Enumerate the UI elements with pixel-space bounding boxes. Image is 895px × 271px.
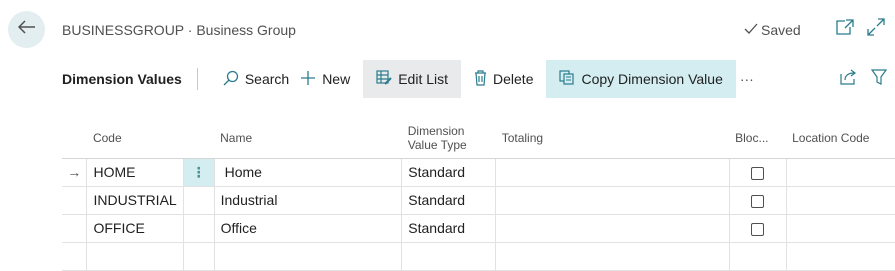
blocked-checkbox[interactable]: [751, 166, 765, 180]
saved-label: Saved: [761, 22, 801, 38]
row-menu-cell: [182, 242, 215, 271]
blocked-checkbox[interactable]: [751, 194, 765, 208]
more-options-button[interactable]: ···: [736, 60, 758, 98]
row-menu-header: [183, 118, 215, 159]
blocked-cell: [728, 214, 787, 243]
table-row[interactable]: → HOME ⋮ Home Standard: [62, 158, 895, 187]
expand-icon: [867, 17, 885, 41]
saved-status: Saved: [744, 22, 801, 38]
totaling-cell[interactable]: [495, 242, 730, 271]
name-cell[interactable]: Industrial: [213, 186, 402, 215]
divider: [196, 68, 198, 90]
dimension-value-type-cell[interactable]: Standard: [401, 158, 496, 187]
empty-row[interactable]: [62, 242, 895, 271]
action-bar: Dimension Values Search New Edit List De…: [62, 60, 895, 98]
new-label: New: [322, 71, 351, 87]
table-row[interactable]: INDUSTRIAL Industrial Standard: [62, 186, 895, 215]
dimension-values-grid: Code Name Dimension Value Type Totaling …: [62, 118, 895, 271]
open-new-window-icon: [836, 18, 854, 40]
copy-dimension-value-label: Copy Dimension Value: [581, 71, 723, 87]
back-arrow-icon: [17, 20, 36, 39]
totaling-cell[interactable]: [495, 186, 730, 215]
column-header-dimension-value-type-line1: Dimension: [407, 123, 465, 138]
plus-icon: [300, 70, 316, 89]
name-cell[interactable]: Home: [213, 158, 402, 187]
new-button[interactable]: New: [298, 60, 359, 98]
edit-list-icon: [376, 70, 392, 88]
filter-icon[interactable]: [870, 68, 888, 90]
open-new-window-button[interactable]: [835, 18, 855, 40]
row-marker-cell: [62, 242, 87, 271]
code-cell[interactable]: [86, 242, 184, 271]
copy-dimension-value-button[interactable]: Copy Dimension Value: [546, 60, 736, 98]
action-bar-right: [840, 60, 888, 98]
dimension-value-type-cell[interactable]: Standard: [401, 186, 496, 215]
back-button[interactable]: [8, 11, 45, 48]
totaling-cell[interactable]: [495, 214, 730, 243]
code-cell[interactable]: HOME: [86, 158, 184, 187]
grid-header-row: Code Name Dimension Value Type Totaling …: [62, 118, 895, 159]
row-menu-cell: [182, 214, 215, 243]
location-code-cell[interactable]: [785, 158, 895, 187]
edit-list-button[interactable]: Edit List: [363, 60, 462, 98]
table-row[interactable]: OFFICE Office Standard: [62, 214, 895, 243]
dimension-value-type-cell[interactable]: [401, 242, 496, 271]
copy-icon: [559, 70, 575, 88]
edit-list-label: Edit List: [398, 71, 449, 87]
code-cell[interactable]: INDUSTRIAL: [86, 186, 184, 215]
row-actions-menu-icon[interactable]: ⋮: [182, 158, 215, 187]
page-title: BUSINESSGROUP · Business Group: [62, 22, 296, 38]
search-label: Search: [244, 71, 290, 87]
more-label: ···: [739, 71, 754, 87]
column-header-location-code[interactable]: Location Code: [786, 118, 895, 159]
expand-button[interactable]: [866, 17, 886, 41]
dimension-value-type-cell[interactable]: Standard: [401, 214, 496, 243]
column-header-code[interactable]: Code: [86, 118, 184, 159]
column-header-dimension-value-type-line2: Value Type: [407, 137, 467, 152]
delete-label: Delete: [493, 71, 534, 87]
blocked-cell: [728, 158, 787, 187]
row-menu-cell: [182, 186, 215, 215]
search-button[interactable]: Search: [214, 60, 298, 98]
name-cell[interactable]: Office: [213, 214, 402, 243]
column-header-blocked[interactable]: Bloc...: [729, 118, 787, 159]
current-row-arrow-icon: →: [62, 158, 87, 187]
row-marker-cell: [62, 186, 87, 215]
checkmark-icon: [744, 22, 758, 38]
location-code-cell[interactable]: [785, 214, 895, 243]
search-icon: [223, 70, 239, 89]
share-icon[interactable]: [840, 69, 857, 90]
blocked-cell: [728, 186, 787, 215]
trash-icon: [474, 69, 487, 89]
location-code-cell[interactable]: [785, 242, 895, 271]
part-title: Dimension Values: [62, 71, 182, 87]
blocked-checkbox[interactable]: [751, 222, 765, 236]
row-marker-header: [62, 118, 87, 159]
delete-button[interactable]: Delete: [461, 60, 546, 98]
row-marker-cell: [62, 214, 87, 243]
totaling-cell[interactable]: [495, 158, 730, 187]
column-header-totaling[interactable]: Totaling: [495, 118, 730, 159]
blocked-cell[interactable]: [728, 242, 787, 271]
column-header-dimension-value-type[interactable]: Dimension Value Type: [401, 118, 496, 159]
code-cell[interactable]: OFFICE: [86, 214, 184, 243]
name-cell[interactable]: [213, 242, 402, 271]
location-code-cell[interactable]: [785, 186, 895, 215]
column-header-name[interactable]: Name: [214, 118, 402, 159]
